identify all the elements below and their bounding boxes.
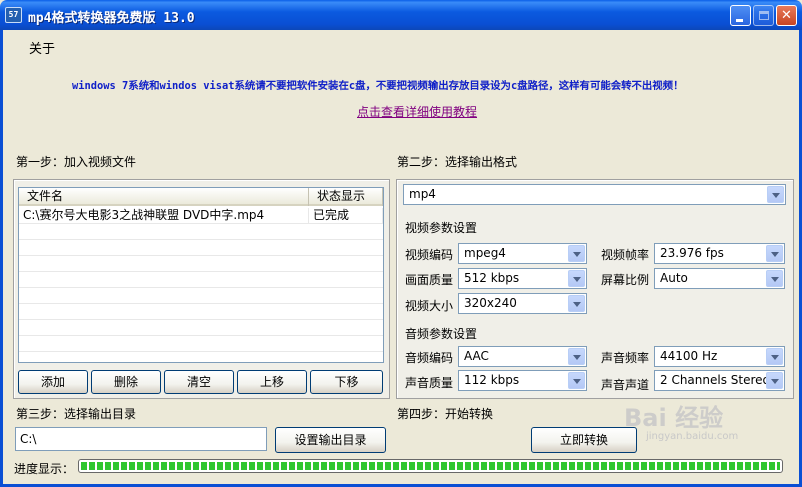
step1-label: 第一步：加入视频文件 [16,155,137,169]
aspect-ratio-select[interactable]: Auto [654,268,785,289]
close-icon: ✕ [781,8,792,23]
chevron-down-icon[interactable] [766,245,783,262]
chevron-down-icon[interactable] [766,372,783,389]
chevron-down-icon[interactable] [568,245,585,262]
video-section-label: 视频参数设置 [405,221,478,235]
move-up-button[interactable]: 上移 [237,370,307,394]
title-bar: 57 mp4格式转换器免费版 13.0 ✕ [0,0,802,30]
maximize-icon [759,11,769,20]
step3-label: 第三步：选择输出目录 [16,407,137,421]
audio-codec-value: AAC [464,349,489,363]
minimize-button[interactable] [730,5,751,26]
table-row [19,224,383,240]
audio-codec-select[interactable]: AAC [458,346,587,367]
audio-samplerate-value: 44100 Hz [660,349,718,363]
minimize-icon [736,19,743,22]
clear-button[interactable]: 清空 [164,370,234,394]
table-row[interactable]: C:\赛尔号大电影3之战神联盟 DVD中字.mp4 已完成 [19,208,383,224]
table-row [19,240,383,256]
audio-quality-label: 声音质量 [405,376,454,390]
output-format-value: mp4 [409,187,436,201]
audio-samplerate-select[interactable]: 44100 Hz [654,346,785,367]
progress-fill [81,462,780,470]
output-dir-input[interactable]: C:\ [15,427,267,451]
column-status[interactable]: 状态显示 [309,188,383,206]
set-output-dir-button[interactable]: 设置输出目录 [275,427,386,453]
table-row [19,304,383,320]
step2-label: 第二步：选择输出格式 [397,155,518,169]
audio-quality-select[interactable]: 112 kbps [458,370,587,391]
chevron-down-icon[interactable] [568,372,585,389]
table-row [19,272,383,288]
warning-text: windows 7系统和windos visat系统请不要把软件安装在c盘，不要… [72,80,684,92]
table-row [19,320,383,336]
progress-bar [78,459,783,473]
file-name-cell: C:\赛尔号大电影3之战神联盟 DVD中字.mp4 [19,208,309,224]
file-status-cell: 已完成 [309,208,383,224]
aspect-ratio-value: Auto [660,271,688,285]
tutorial-link[interactable]: 点击查看详细使用教程 [357,103,477,120]
chevron-down-icon[interactable] [568,295,585,312]
audio-samplerate-label: 声音频率 [601,351,650,365]
file-list-header: 文件名 状态显示 [19,188,383,206]
video-quality-label: 画面质量 [405,273,454,287]
chevron-down-icon[interactable] [767,186,784,203]
baidu-watermark: Bai 经验 [624,404,724,432]
video-framerate-value: 23.976 fps [660,246,724,260]
video-framerate-select[interactable]: 23.976 fps [654,243,785,264]
output-format-select[interactable]: mp4 [403,184,786,205]
video-size-value: 320x240 [464,296,517,310]
column-filename[interactable]: 文件名 [19,188,309,206]
table-row [19,336,383,352]
audio-quality-value: 112 kbps [464,373,520,387]
audio-channels-value: 2 Channels Stereo [660,373,770,387]
maximize-button[interactable] [753,5,774,26]
video-codec-select[interactable]: mpeg4 [458,243,587,264]
app-icon: 57 [5,7,22,23]
aspect-ratio-label: 屏幕比例 [601,273,650,287]
video-quality-value: 512 kbps [464,271,520,285]
baidu-watermark-url: jingyan.baidu.com [646,431,739,442]
audio-codec-label: 音频编码 [405,351,454,365]
table-row [19,256,383,272]
close-button[interactable]: ✕ [776,5,797,26]
progress-label: 进度显示： [14,462,75,476]
move-down-button[interactable]: 下移 [310,370,383,394]
delete-button[interactable]: 删除 [91,370,161,394]
file-list[interactable]: 文件名 状态显示 C:\赛尔号大电影3之战神联盟 DVD中字.mp4 已完成 [18,187,384,363]
convert-now-button[interactable]: 立即转换 [531,427,637,453]
video-size-label: 视频大小 [405,299,454,313]
add-button[interactable]: 添加 [18,370,88,394]
about-menu[interactable]: 关于 [29,38,55,57]
chevron-down-icon[interactable] [766,270,783,287]
output-dir-value: C:\ [20,432,37,446]
audio-channels-label: 声音声道 [601,378,650,392]
video-size-select[interactable]: 320x240 [458,293,587,314]
window-title: mp4格式转换器免费版 13.0 [28,11,195,26]
video-framerate-label: 视频帧率 [601,248,650,262]
chevron-down-icon[interactable] [568,270,585,287]
audio-channels-select[interactable]: 2 Channels Stereo [654,370,785,391]
chevron-down-icon[interactable] [568,348,585,365]
video-quality-select[interactable]: 512 kbps [458,268,587,289]
audio-section-label: 音频参数设置 [405,327,478,341]
step4-label: 第四步：开始转换 [397,407,494,421]
video-codec-label: 视频编码 [405,248,454,262]
video-codec-value: mpeg4 [464,246,506,260]
chevron-down-icon[interactable] [766,348,783,365]
table-row [19,288,383,304]
